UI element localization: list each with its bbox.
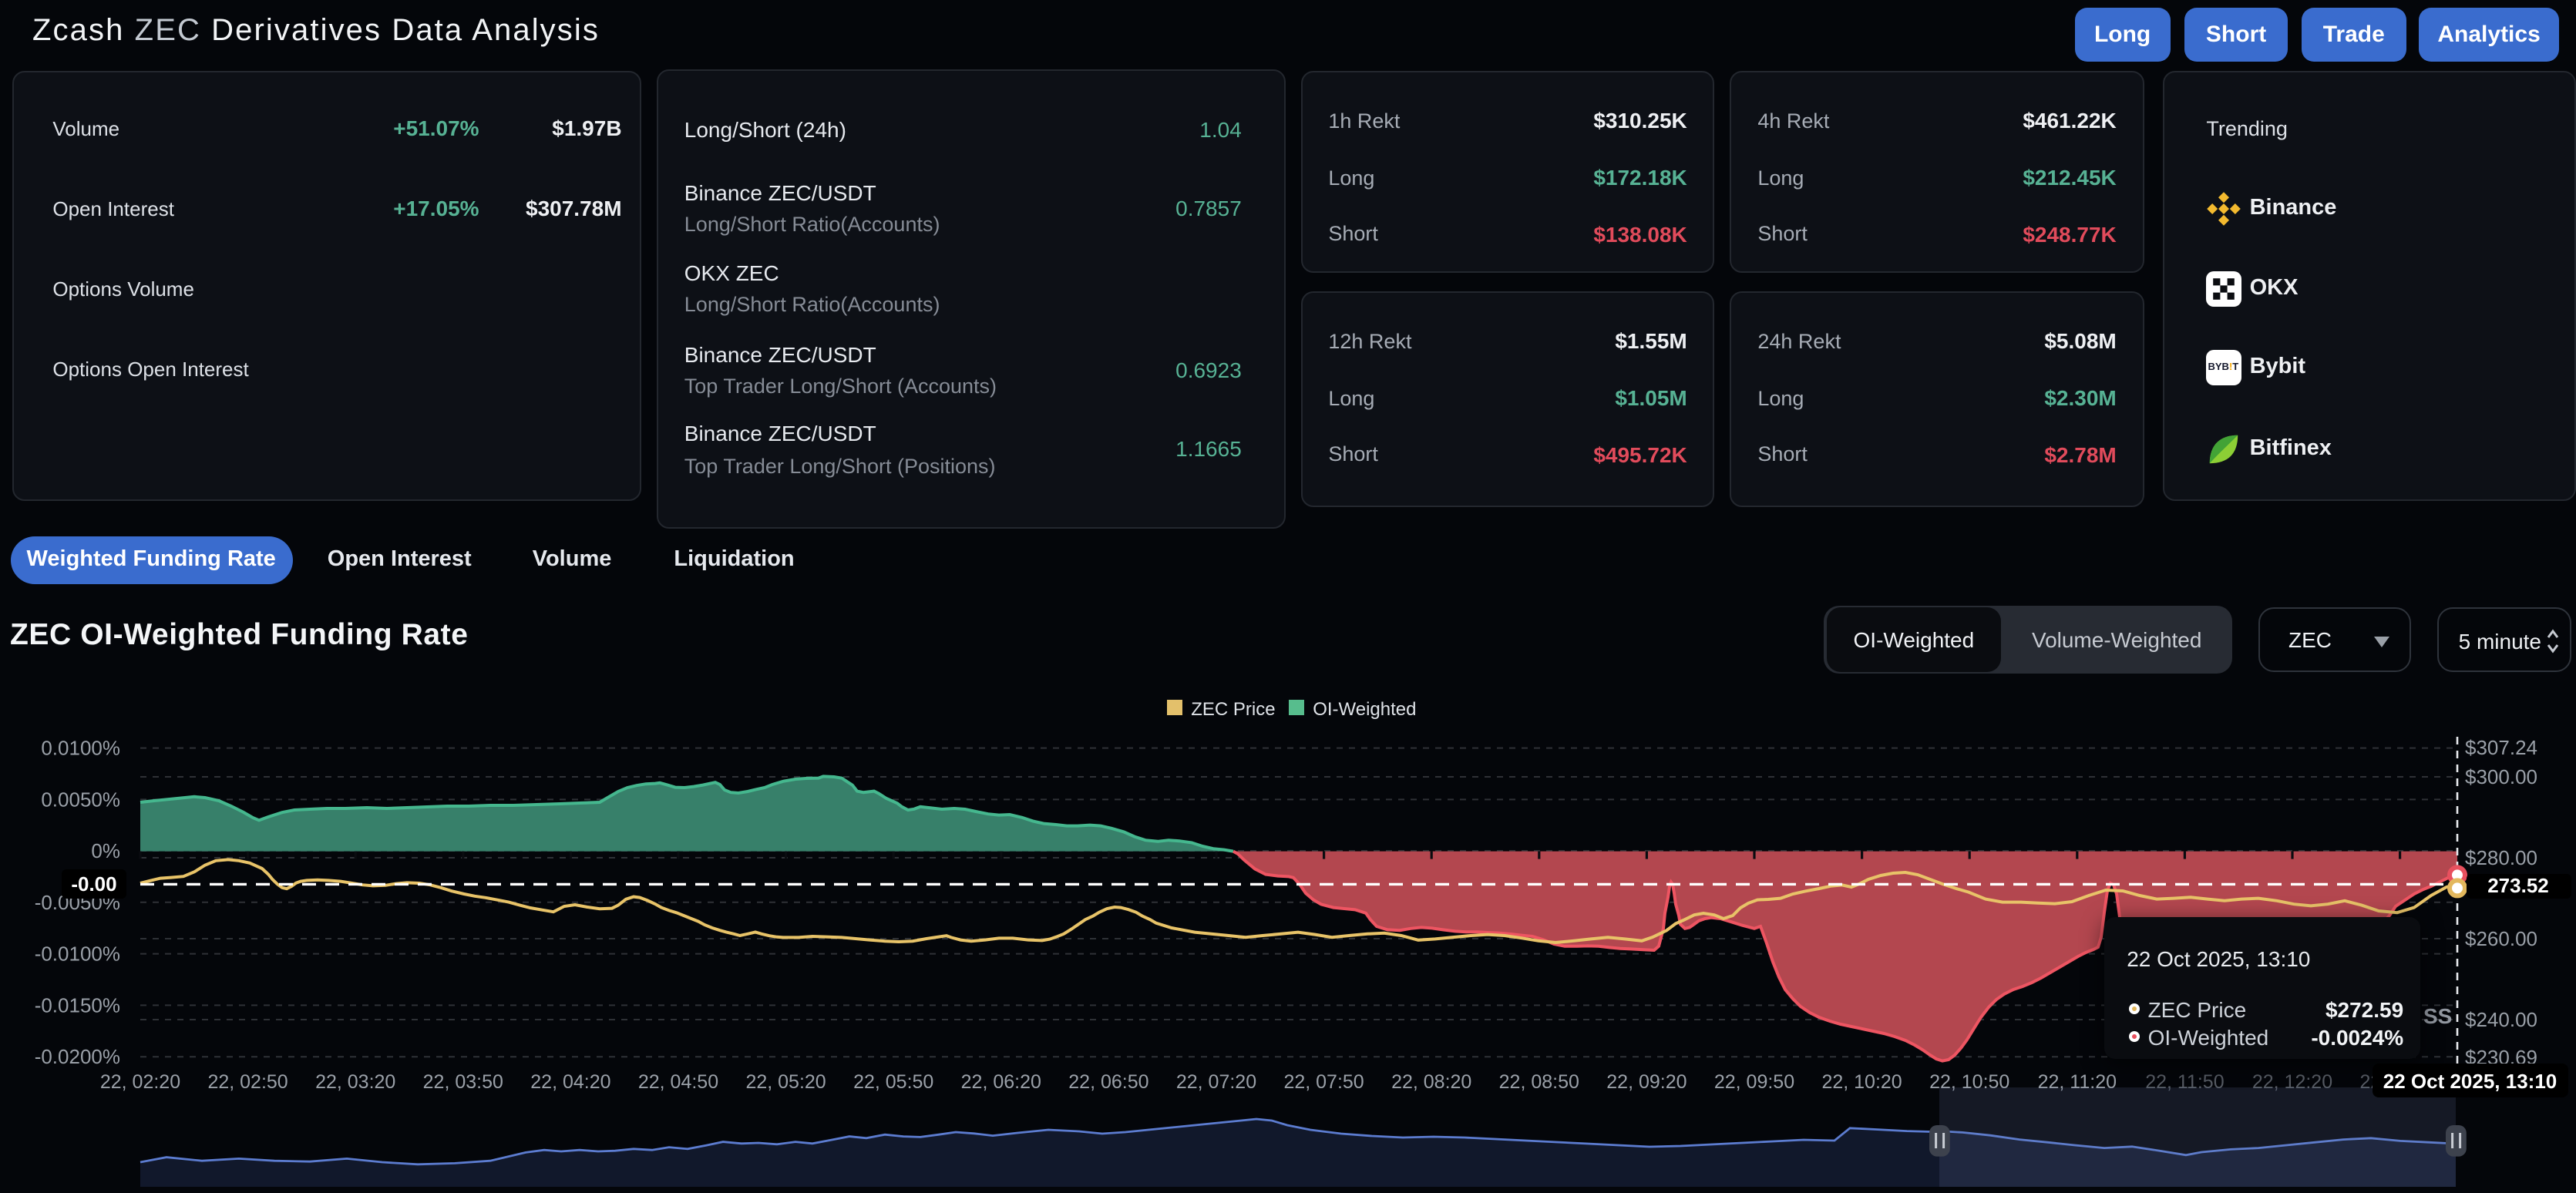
- svg-text:-0.0100%: -0.0100%: [35, 943, 120, 966]
- svg-text:22, 10:20: 22, 10:20: [1821, 1071, 1902, 1093]
- svg-text:22, 07:20: 22, 07:20: [1176, 1071, 1256, 1093]
- svg-text:-0.0200%: -0.0200%: [35, 1045, 120, 1068]
- svg-text:$307.24: $307.24: [2465, 736, 2537, 759]
- svg-text:22, 09:50: 22, 09:50: [1714, 1071, 1794, 1093]
- svg-text:22, 04:20: 22, 04:20: [530, 1071, 610, 1093]
- svg-text:22, 02:20: 22, 02:20: [100, 1071, 180, 1093]
- svg-text:22, 03:20: 22, 03:20: [315, 1071, 395, 1093]
- svg-text:22, 03:50: 22, 03:50: [423, 1071, 503, 1093]
- svg-text:22, 02:50: 22, 02:50: [207, 1071, 288, 1093]
- svg-text:$240.00: $240.00: [2465, 1008, 2537, 1031]
- svg-text:0.0050%: 0.0050%: [41, 788, 120, 811]
- svg-text:0%: 0%: [91, 839, 120, 862]
- svg-text:$260.00: $260.00: [2465, 927, 2537, 950]
- svg-text:$280.00: $280.00: [2465, 846, 2537, 869]
- svg-text:22, 07:50: 22, 07:50: [1283, 1071, 1364, 1093]
- svg-text:22, 06:20: 22, 06:20: [961, 1071, 1041, 1093]
- svg-text:22, 08:50: 22, 08:50: [1499, 1071, 1579, 1093]
- svg-text:-0.0150%: -0.0150%: [35, 993, 120, 1017]
- svg-text:22, 08:20: 22, 08:20: [1391, 1071, 1471, 1093]
- svg-text:$300.00: $300.00: [2465, 765, 2537, 788]
- svg-text:22, 05:50: 22, 05:50: [853, 1071, 933, 1093]
- svg-text:22, 04:50: 22, 04:50: [638, 1071, 718, 1093]
- svg-text:0.0100%: 0.0100%: [41, 737, 120, 760]
- svg-text:22, 06:50: 22, 06:50: [1068, 1071, 1148, 1093]
- svg-text:22, 09:20: 22, 09:20: [1606, 1071, 1687, 1093]
- svg-text:22, 05:20: 22, 05:20: [745, 1071, 826, 1093]
